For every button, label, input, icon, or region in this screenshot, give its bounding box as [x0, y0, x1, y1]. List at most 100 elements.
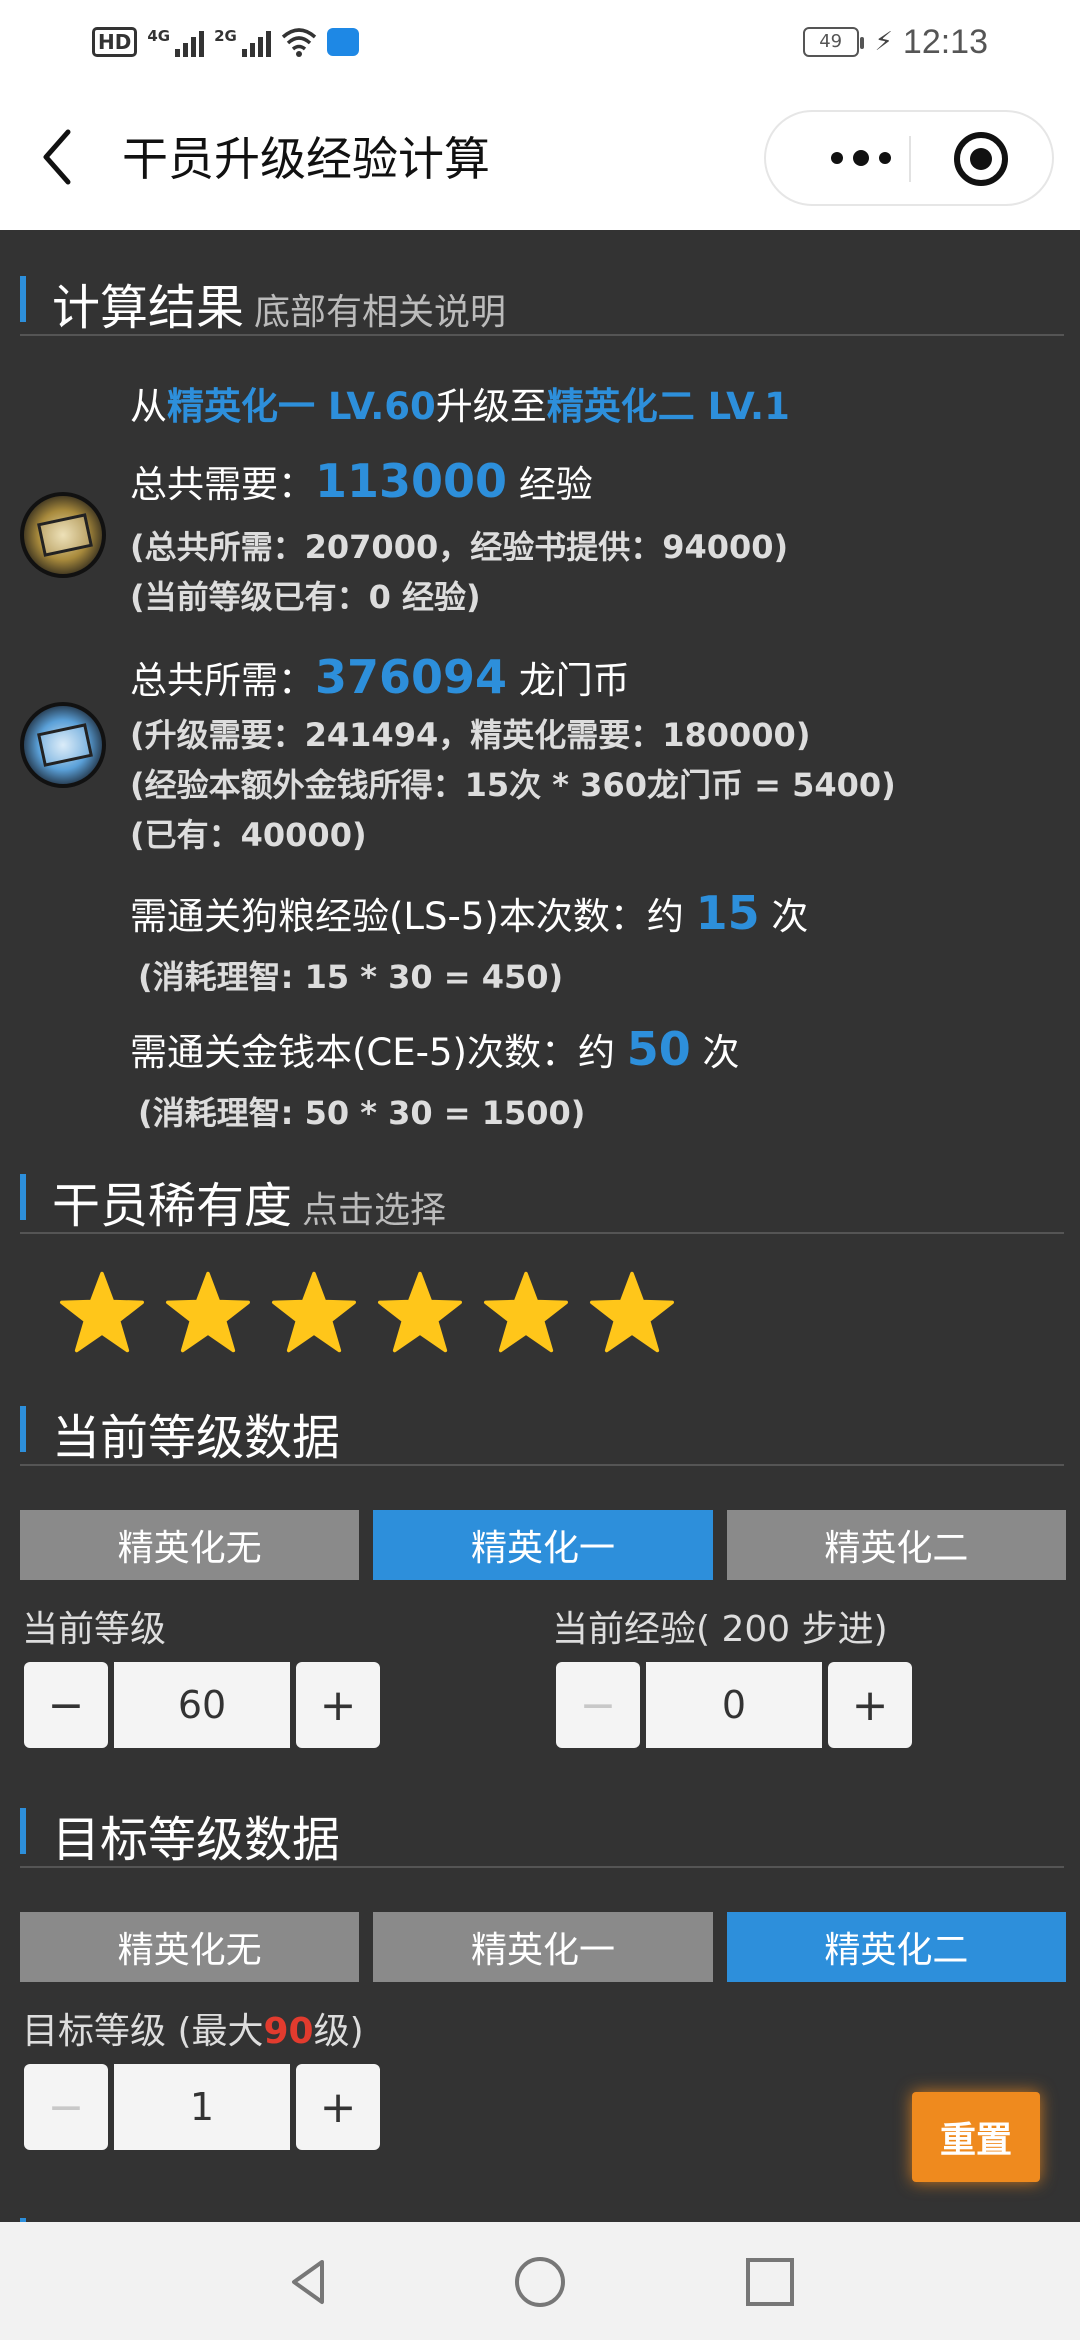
more-menu-icon[interactable] — [806, 112, 916, 204]
network-type-1: 4G — [147, 27, 171, 45]
miniprogram-capsule — [764, 110, 1054, 206]
current-level-plus-button[interactable]: + — [296, 1662, 380, 1748]
money-unit: 龙门币 — [518, 659, 630, 702]
target-tab-elite-2[interactable]: 精英化二 — [726, 1912, 1066, 1982]
close-miniprogram-icon[interactable] — [954, 132, 1008, 186]
current-tab-elite-2[interactable]: 精英化二 — [726, 1510, 1066, 1580]
rarity-section-header: 干员稀有度 点击选择 — [20, 1154, 1064, 1234]
ls-sanity-cost: (消耗理智: 15 * 30 = 450) — [138, 958, 564, 996]
rarity-title: 干员稀有度 — [52, 1178, 293, 1234]
clock: 12:13 — [902, 22, 988, 61]
result-title: 计算结果 — [52, 280, 245, 336]
status-left: HD 4G 2G — [92, 22, 359, 62]
app-notification-icon — [326, 28, 359, 56]
money-label: 总共所需： — [130, 659, 315, 702]
signal-icon-2: 2G — [214, 27, 271, 57]
target-tab-elite-0[interactable]: 精英化无 — [20, 1912, 360, 1982]
status-right: 49 ⚡ 12:13 — [802, 22, 988, 62]
target-tab-elite-1[interactable]: 精英化一 — [373, 1912, 713, 1982]
star-icon[interactable] — [58, 1270, 146, 1354]
lmd-icon — [20, 702, 106, 788]
current-elite-tabs: 精英化无 精英化一 精英化二 — [20, 1510, 1066, 1580]
target-level-minus-button[interactable]: − — [24, 2064, 108, 2150]
main-content: 计算结果 底部有相关说明 从精英化一 LV.60升级至精英化二 LV.1 总共需要… — [0, 230, 1080, 2260]
result-section-header: 计算结果 底部有相关说明 — [20, 256, 1064, 336]
current-tab-elite-1[interactable]: 精英化一 — [373, 1510, 713, 1580]
nav-recents-icon[interactable] — [742, 2254, 798, 2310]
network-type-2: 2G — [214, 27, 237, 45]
ce-unit: 次 — [702, 1031, 740, 1074]
money-value: 376094 — [315, 650, 508, 704]
ls-value: 15 — [695, 886, 760, 940]
exp-unit: 经验 — [518, 463, 593, 506]
from-stage: 精英化一 LV.60 — [167, 385, 436, 428]
current-level-label: 当前等级 — [22, 1609, 167, 1650]
reset-button[interactable]: 重置 — [912, 2092, 1040, 2182]
charging-icon: ⚡ — [874, 27, 893, 57]
signal-icon-1: 4G — [147, 27, 205, 57]
section-accent-bar — [20, 1174, 26, 1220]
target-level-max: 90 — [263, 2011, 314, 2052]
money-detail-2: (经验本额外金钱所得：15次 * 360龙门币 = 5400) — [130, 766, 896, 804]
nav-home-icon[interactable] — [512, 2254, 568, 2310]
target-title: 目标等级数据 — [52, 1812, 341, 1868]
money-detail-1: (升级需要：241494，精英化需要：180000) — [130, 716, 811, 754]
page-title: 干员升级经验计算 — [122, 132, 490, 186]
rarity-stars — [58, 1270, 676, 1354]
battery-icon: 49 — [802, 27, 864, 57]
star-icon[interactable] — [588, 1270, 676, 1354]
current-tab-elite-0[interactable]: 精英化无 — [20, 1510, 360, 1580]
rarity-heading: 干员稀有度 点击选择 — [52, 1166, 446, 1236]
ce-label: 需通关金钱本(CE-5)次数：约 — [130, 1031, 615, 1074]
ls-runs-line: 需通关狗粮经验(LS-5)本次数：约 15 次 — [130, 886, 808, 940]
rarity-subtitle: 点击选择 — [302, 1190, 447, 1231]
section-accent-bar — [20, 1808, 26, 1854]
money-total-line: 总共所需：376094 龙门币 — [130, 650, 630, 704]
status-bar: HD 4G 2G 49 ⚡ 12:13 — [0, 0, 1080, 84]
target-elite-tabs: 精英化无 精英化一 精英化二 — [20, 1912, 1066, 1982]
ce-runs-line: 需通关金钱本(CE-5)次数：约 50 次 — [130, 1022, 740, 1076]
exp-have: (当前等级已有：0 经验) — [130, 578, 481, 616]
current-title: 当前等级数据 — [52, 1410, 341, 1466]
section-accent-bar — [20, 1406, 26, 1452]
ce-sanity-cost: (消耗理智: 50 * 30 = 1500) — [138, 1094, 586, 1132]
from-prefix: 从 — [130, 385, 167, 428]
app-header: 干员升级经验计算 — [0, 84, 1080, 230]
exp-total-line: 总共需要：113000 经验 — [130, 454, 593, 508]
result-subtitle: 底部有相关说明 — [254, 292, 507, 333]
wifi-icon — [281, 28, 316, 57]
to-stage: 精英化二 LV.1 — [546, 385, 790, 428]
capsule-divider — [909, 136, 911, 182]
exp-card-icon — [20, 492, 106, 578]
star-icon[interactable] — [482, 1270, 570, 1354]
star-icon[interactable] — [270, 1270, 358, 1354]
ce-value: 50 — [626, 1022, 691, 1076]
target-level-input[interactable]: 1 — [114, 2064, 290, 2150]
system-nav-bar — [0, 2222, 1080, 2340]
target-section-header: 目标等级数据 — [20, 1788, 1064, 1868]
current-exp-stepper: − 0 + — [556, 1662, 912, 1748]
hd-voice-icon: HD — [92, 27, 138, 57]
target-level-stepper: − 1 + — [24, 2064, 380, 2150]
current-level-stepper: − 60 + — [24, 1662, 380, 1748]
current-level-minus-button[interactable]: − — [24, 1662, 108, 1748]
star-icon[interactable] — [376, 1270, 464, 1354]
ls-label: 需通关狗粮经验(LS-5)本次数：约 — [130, 895, 684, 938]
result-heading: 计算结果 底部有相关说明 — [52, 268, 506, 338]
target-level-label-post: 级) — [313, 2011, 364, 2052]
back-arrow-icon[interactable] — [36, 124, 86, 190]
current-exp-minus-button[interactable]: − — [556, 1662, 640, 1748]
money-have: (已有：40000) — [130, 816, 367, 854]
current-exp-plus-button[interactable]: + — [828, 1662, 912, 1748]
target-level-label-pre: 目标等级 (最大 — [22, 2011, 264, 2052]
section-accent-bar — [20, 276, 26, 322]
target-level-plus-button[interactable]: + — [296, 2064, 380, 2150]
current-exp-input[interactable]: 0 — [646, 1662, 822, 1748]
upgrade-path: 从精英化一 LV.60升级至精英化二 LV.1 — [130, 376, 790, 430]
current-exp-label: 当前经验( 200 步进) — [552, 1609, 888, 1650]
current-level-input[interactable]: 60 — [114, 1662, 290, 1748]
ls-unit: 次 — [771, 895, 809, 938]
star-icon[interactable] — [164, 1270, 252, 1354]
nav-back-icon[interactable] — [282, 2254, 338, 2310]
exp-total-label: 总共需要： — [130, 463, 315, 506]
